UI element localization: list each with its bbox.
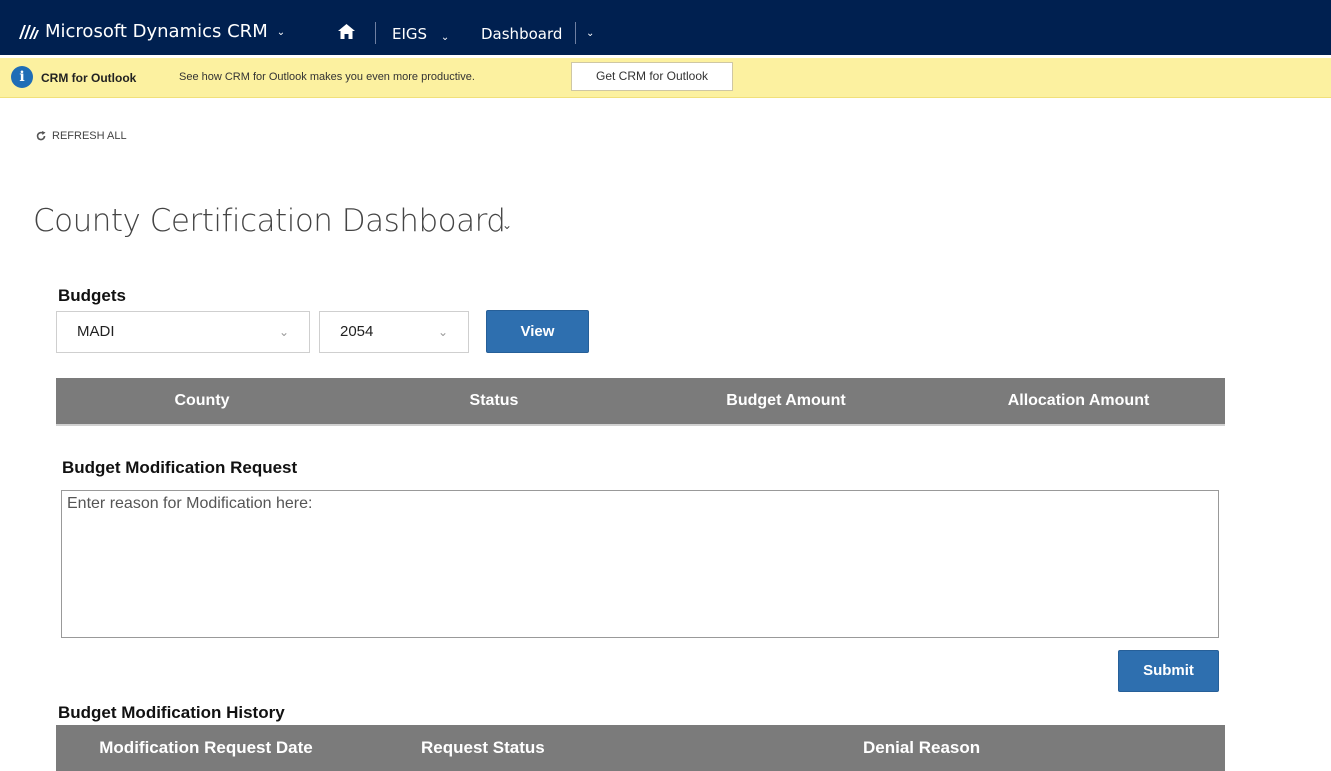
area-label: Dashboard bbox=[481, 25, 563, 43]
chevron-down-icon: ⌄ bbox=[276, 27, 286, 38]
notification-title: CRM for Outlook bbox=[41, 71, 137, 85]
refresh-icon bbox=[36, 131, 46, 141]
column-header-request-date[interactable]: Modification Request Date bbox=[56, 725, 356, 771]
notification-bar: i CRM for Outlook See how CRM for Outloo… bbox=[0, 58, 1331, 98]
column-header-allocation-amount[interactable]: Allocation Amount bbox=[932, 378, 1225, 424]
column-header-county[interactable]: County bbox=[56, 378, 348, 424]
get-crm-outlook-button[interactable]: Get CRM for Outlook bbox=[571, 62, 733, 91]
modification-history-label: Budget Modification History bbox=[58, 703, 285, 722]
program-select[interactable]: MADI ⌄ bbox=[56, 311, 310, 353]
chevron-down-icon: ⌄ bbox=[440, 32, 450, 43]
refresh-all-label: REFRESH ALL bbox=[52, 130, 127, 142]
notification-text: See how CRM for Outlook makes you even m… bbox=[179, 71, 475, 83]
top-nav-bar: Microsoft Dynamics CRM ⌄ EIGS ⌄ Dashboar… bbox=[0, 0, 1331, 55]
org-label: EIGS bbox=[392, 25, 428, 43]
chevron-down-icon[interactable]: ⌄ bbox=[502, 218, 512, 232]
submit-button[interactable]: Submit bbox=[1118, 650, 1219, 692]
chevron-down-icon: ⌄ bbox=[437, 325, 448, 339]
modification-request-label: Budget Modification Request bbox=[62, 458, 298, 477]
column-header-request-status[interactable]: Request Status bbox=[356, 725, 646, 771]
dynamics-logo-icon bbox=[19, 24, 39, 39]
column-header-denial-reason[interactable]: Denial Reason bbox=[646, 725, 1225, 771]
year-select-value: 2054 bbox=[340, 323, 374, 340]
history-grid-header: Modification Request Date Request Status… bbox=[56, 725, 1225, 771]
nav-divider bbox=[375, 22, 376, 44]
column-header-status[interactable]: Status bbox=[348, 378, 640, 424]
page-title[interactable]: County Certification Dashboard bbox=[33, 203, 506, 239]
nav-divider bbox=[575, 22, 576, 44]
area-link-dashboard[interactable]: Dashboard bbox=[481, 25, 562, 43]
org-menu[interactable]: EIGS ⌄ bbox=[392, 25, 449, 43]
chevron-down-icon[interactable]: ⌄ bbox=[586, 28, 594, 39]
budgets-label: Budgets bbox=[58, 286, 126, 305]
budgets-grid-header: County Status Budget Amount Allocation A… bbox=[56, 378, 1225, 426]
program-select-value: MADI bbox=[77, 323, 115, 340]
view-button[interactable]: View bbox=[486, 310, 589, 353]
chevron-down-icon: ⌄ bbox=[278, 325, 289, 339]
refresh-all-button[interactable]: REFRESH ALL bbox=[36, 130, 127, 142]
home-icon[interactable] bbox=[338, 24, 355, 39]
info-icon: i bbox=[11, 66, 33, 88]
column-header-budget-amount[interactable]: Budget Amount bbox=[640, 378, 932, 424]
brand-label: Microsoft Dynamics CRM bbox=[45, 21, 268, 42]
year-select[interactable]: 2054 ⌄ bbox=[319, 311, 469, 353]
brand-menu[interactable]: Microsoft Dynamics CRM ⌄ bbox=[19, 21, 285, 42]
modification-reason-input[interactable] bbox=[61, 490, 1219, 638]
